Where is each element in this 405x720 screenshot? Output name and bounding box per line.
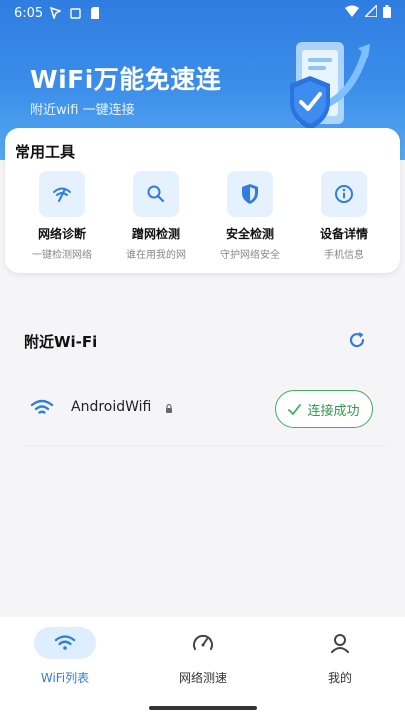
refresh-icon [349,332,365,348]
notification-icon [69,7,81,19]
shield-icon [242,184,258,204]
nav-tab-profile[interactable]: 我的 [290,627,390,686]
nav-label: 网络测速 [178,671,227,685]
connect-status-label: 连接成功 [307,403,360,419]
tool-label: 网络诊断 [37,227,86,241]
cell-signal-icon [363,3,378,21]
nav-label: WiFi列表 [40,671,90,685]
security-shield-illustration [280,42,370,135]
bottom-navigation: WiFi列表 网络测速 我的 [0,617,405,720]
battery-icon [383,4,391,22]
app-title: WiFi万能免速连 [30,65,222,94]
tool-desc: 守护网络安全 [220,250,280,261]
common-tools-card: 常用工具 网络诊断 一键检测网络 蹭网检测 谁在用我的网 安全检测 守护网络安全… [5,128,400,273]
wifi-icon [54,635,76,650]
tool-desc: 手机信息 [324,250,364,261]
location-icon [49,7,61,19]
tools-title: 常用工具 [15,143,76,161]
check-icon [288,403,302,415]
sd-card-icon [89,7,101,19]
tool-desc: 谁在用我的网 [126,250,186,261]
status-bar: 6:05 [0,0,405,26]
tool-desc: 一键检测网络 [32,250,92,261]
info-icon [335,185,353,203]
speedometer-icon [193,634,213,650]
tool-device-details[interactable]: 设备详情 手机信息 [299,171,389,261]
wifi-list-item[interactable]: AndroidWifi 连接成功 [24,388,388,446]
wifi-ssid: AndroidWifi [71,399,152,415]
home-indicator[interactable] [149,706,257,710]
app-subtitle: 附近wifi 一键连接 [30,103,135,118]
tool-network-diagnosis[interactable]: 网络诊断 一键检测网络 [17,171,107,261]
nav-tab-speed-test[interactable]: 网络测速 [153,627,253,686]
network-diagnosis-icon [53,187,71,202]
status-time: 6:05 [14,5,44,21]
refresh-button[interactable] [346,329,368,351]
nav-tab-wifi-list[interactable]: WiFi列表 [15,627,115,686]
user-icon [331,634,349,653]
wifi-signal-icon [345,5,359,21]
connect-button[interactable]: 连接成功 [275,390,373,428]
tool-label: 蹭网检测 [131,227,180,241]
tool-label: 安全检测 [225,227,274,241]
nearby-wifi-title: 附近Wi-Fi [24,333,98,351]
lock-icon [166,404,172,413]
wifi-signal-icon [30,399,54,414]
tool-leech-detection[interactable]: 蹭网检测 谁在用我的网 [111,171,201,261]
tool-label: 设备详情 [319,227,368,241]
search-icon [147,185,165,203]
tool-security-check[interactable]: 安全检测 守护网络安全 [205,171,295,261]
nav-label: 我的 [327,671,352,685]
